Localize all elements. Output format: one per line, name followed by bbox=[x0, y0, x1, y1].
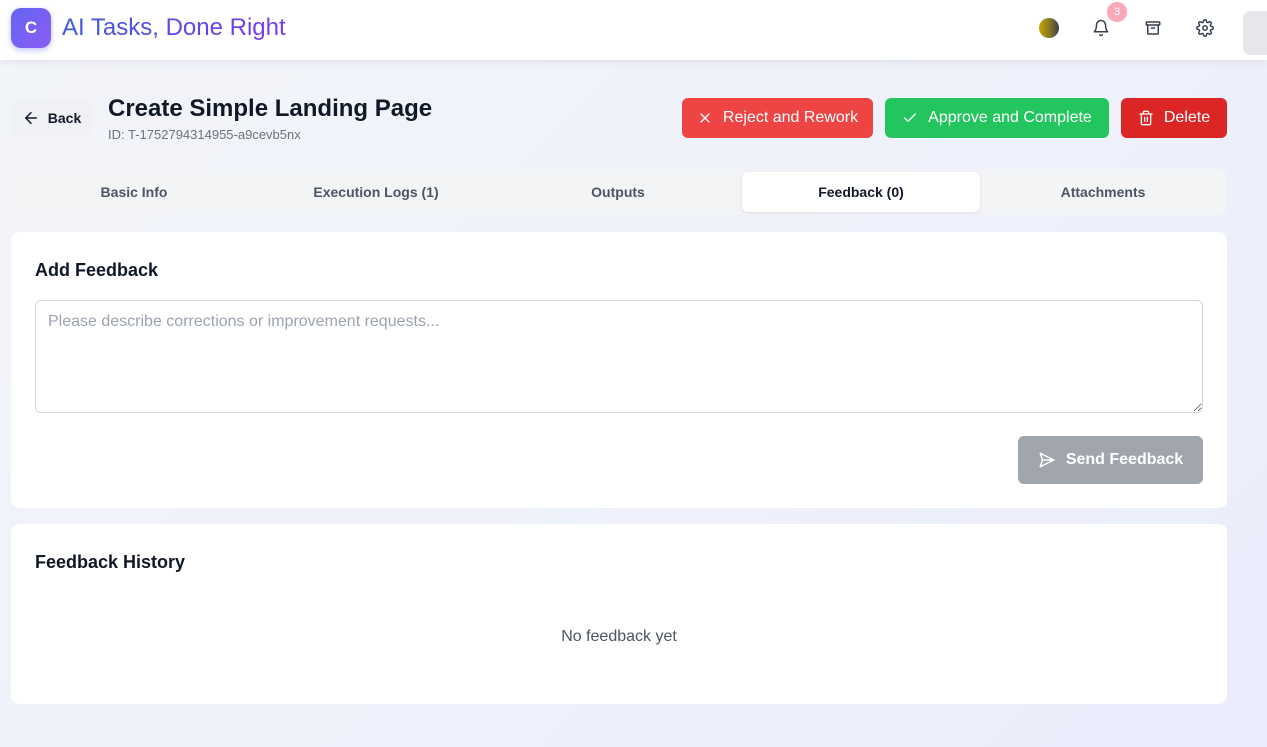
page-title: Create Simple Landing Page bbox=[108, 95, 433, 122]
feedback-textarea[interactable] bbox=[35, 300, 1203, 413]
tab-execution-logs[interactable]: Execution Logs (1) bbox=[257, 172, 495, 212]
tab-outputs[interactable]: Outputs bbox=[499, 172, 737, 212]
tab-feedback[interactable]: Feedback (0) bbox=[742, 172, 980, 212]
send-feedback-button[interactable]: Send Feedback bbox=[1018, 436, 1203, 484]
user-menu-button[interactable] bbox=[1243, 11, 1267, 55]
check-icon bbox=[904, 113, 917, 122]
reject-label: Reject and Rework bbox=[722, 109, 859, 126]
logo-letter: C bbox=[24, 18, 38, 37]
tab-bar: Basic Info Execution Logs (1) Outputs Fe… bbox=[11, 169, 1227, 215]
notification-badge: 3 bbox=[1107, 2, 1127, 22]
top-bar: C AI Tasks, Done Right 3 bbox=[0, 0, 1267, 60]
trash-icon bbox=[1139, 110, 1153, 126]
task-id: ID: T-1752794314955-a9cevb5nx bbox=[108, 127, 301, 142]
theme-toggle-icon[interactable] bbox=[1039, 18, 1059, 38]
app-logo[interactable]: C bbox=[11, 8, 51, 48]
empty-state-text: No feedback yet bbox=[561, 628, 677, 645]
archive-icon bbox=[1145, 21, 1161, 35]
feedback-history-title: Feedback History bbox=[35, 552, 186, 572]
bell-icon bbox=[1093, 19, 1109, 37]
delete-label: Delete bbox=[1163, 109, 1211, 126]
approve-label: Approve and Complete bbox=[928, 109, 1092, 126]
add-feedback-title: Add Feedback bbox=[35, 260, 159, 280]
send-icon bbox=[1039, 452, 1055, 468]
notifications-button[interactable] bbox=[1090, 17, 1112, 39]
reject-and-rework-button[interactable]: Reject and Rework bbox=[682, 98, 873, 138]
delete-button[interactable]: Delete bbox=[1121, 98, 1227, 138]
arrow-left-icon bbox=[24, 112, 37, 124]
feedback-history-card: Feedback History No feedback yet bbox=[11, 524, 1227, 704]
back-label: Back bbox=[47, 110, 82, 126]
app-title[interactable]: AI Tasks, Done Right bbox=[62, 14, 286, 42]
approve-and-complete-button[interactable]: Approve and Complete bbox=[885, 98, 1109, 138]
close-icon bbox=[700, 113, 710, 123]
settings-button[interactable] bbox=[1194, 17, 1216, 39]
send-feedback-label: Send Feedback bbox=[1065, 451, 1184, 468]
tab-basic-info[interactable]: Basic Info bbox=[15, 172, 253, 212]
tab-attachments[interactable]: Attachments bbox=[984, 172, 1222, 212]
back-button[interactable]: Back bbox=[11, 100, 92, 136]
gear-icon bbox=[1196, 19, 1214, 37]
add-feedback-card: Add Feedback Send Feedback bbox=[11, 232, 1227, 508]
archive-button[interactable] bbox=[1142, 17, 1164, 39]
